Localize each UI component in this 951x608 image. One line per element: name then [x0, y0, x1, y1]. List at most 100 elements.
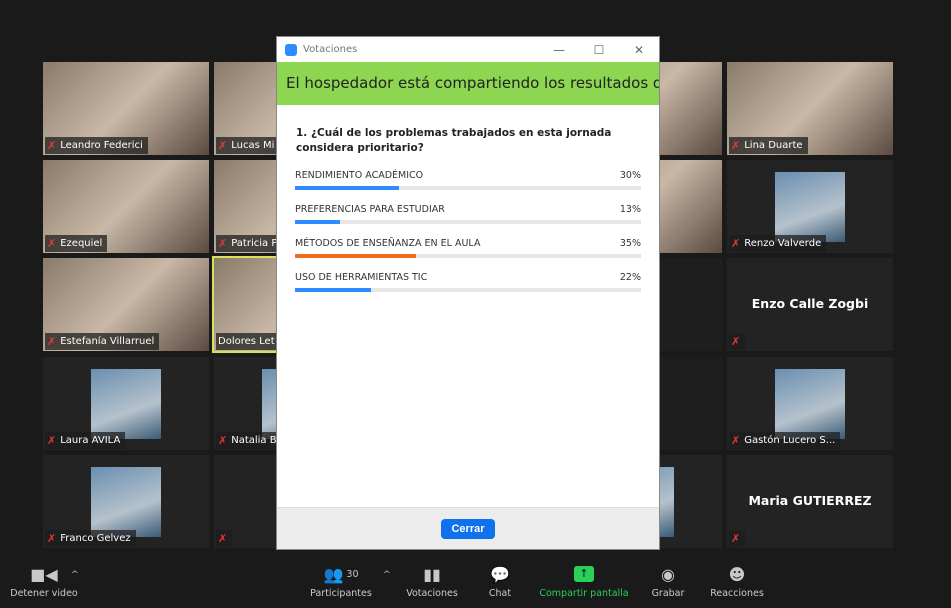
- muted-mic-icon: ✗: [731, 532, 741, 545]
- muted-mic-icon: ✗: [47, 434, 57, 447]
- video-options-caret[interactable]: ^: [71, 570, 79, 580]
- maximize-icon[interactable]: ☐: [579, 43, 619, 57]
- stop-video-label: Detener video: [10, 588, 78, 599]
- option-bar-fill: [295, 288, 372, 292]
- participant-tile[interactable]: ✗ Franco Gelvez: [43, 455, 209, 548]
- muted-mic-icon: ✗: [218, 434, 228, 447]
- participant-name: Patricia P: [231, 238, 278, 249]
- participant-name-large: Maria GUTIERREZ: [748, 493, 872, 508]
- share-screen-label: Compartir pantalla: [539, 588, 629, 599]
- option-label: MÉTODOS DE ENSEÑANZA EN EL AULA: [295, 238, 481, 249]
- participant-name: Renzo Valverde: [744, 238, 822, 249]
- muted-mic-icon: ✗: [731, 237, 741, 250]
- participant-label: ✗ Estefanía Villarruel: [45, 333, 160, 350]
- poll-option: MÉTODOS DE ENSEÑANZA EN EL AULA 35%: [295, 238, 641, 258]
- minimize-icon[interactable]: —: [539, 43, 579, 57]
- option-percent: 13%: [619, 204, 641, 215]
- close-button[interactable]: Cerrar: [441, 518, 495, 539]
- stop-video-button[interactable]: ■◀ Detener video: [8, 560, 80, 600]
- muted-mic-icon: ✗: [218, 532, 228, 545]
- participant-name: Natalia B: [231, 435, 277, 446]
- avatar: [91, 467, 161, 537]
- participant-tile[interactable]: ✗ Renzo Valverde: [727, 160, 893, 253]
- muted-mic-icon: ✗: [218, 237, 228, 250]
- participant-label: ✗ Laura AVILA: [45, 432, 126, 449]
- option-bar: [295, 220, 641, 224]
- muted-mic-icon: ✗: [47, 532, 57, 545]
- sharing-banner: El hospedador está compartiendo los resu…: [277, 62, 659, 105]
- option-percent: 30%: [619, 170, 641, 181]
- participant-label: ✗: [216, 530, 233, 547]
- share-screen-button[interactable]: ↑ Compartir pantalla: [538, 560, 630, 599]
- chat-bubble-icon: 💬: [490, 564, 510, 584]
- option-percent: 35%: [619, 238, 641, 249]
- video-camera-icon: ■◀: [30, 564, 58, 584]
- participant-name: Laura AVILA: [60, 435, 121, 446]
- participant-label: ✗ Lucas Mi: [216, 137, 280, 154]
- muted-mic-icon: ✗: [47, 139, 57, 152]
- participants-label: Participantes: [310, 588, 372, 599]
- participant-label: ✗ Natalia B: [216, 432, 282, 449]
- option-bar-fill: [295, 220, 340, 224]
- zoom-logo-icon: [285, 43, 297, 56]
- option-bar: [295, 254, 641, 258]
- polls-window: Votaciones — ☐ ✕ El hospedador está comp…: [276, 36, 660, 550]
- participant-tile[interactable]: ✗ Lina Duarte: [727, 62, 893, 155]
- participant-label: ✗ Patricia P: [216, 235, 283, 252]
- emoji-add-icon: ☻: [728, 564, 746, 584]
- participant-name: Lucas Mi: [231, 140, 275, 151]
- participants-options-caret[interactable]: ^: [383, 570, 391, 580]
- participant-tile[interactable]: Enzo Calle Zogbi ✗: [727, 258, 893, 351]
- participant-name: Gastón Lucero S...: [744, 435, 836, 446]
- participant-name: Ezequiel: [60, 238, 103, 249]
- participants-button[interactable]: 👥 30 Participantes: [306, 560, 376, 600]
- record-button[interactable]: ◉ Grabar: [648, 560, 688, 600]
- option-label: RENDIMIENTO ACADÉMICO: [295, 170, 424, 181]
- participant-name: Estefanía Villarruel: [60, 336, 155, 347]
- participant-label: ✗ Lina Duarte: [729, 137, 808, 154]
- muted-mic-icon: ✗: [47, 335, 57, 348]
- participants-icon: 👥: [323, 564, 344, 584]
- muted-mic-icon: ✗: [731, 139, 741, 152]
- participant-label: ✗ Renzo Valverde: [729, 235, 827, 252]
- record-label: Grabar: [651, 588, 685, 599]
- poll-footer: Cerrar: [277, 507, 659, 549]
- participant-name: Franco Gelvez: [60, 533, 131, 544]
- participant-tile[interactable]: ✗ Laura AVILA: [43, 357, 209, 450]
- participant-tile[interactable]: ✗ Ezequiel: [43, 160, 209, 253]
- meeting-toolbar: ■◀ Detener video ^ 👥 30 Participantes ^ ▮▮ V…: [0, 560, 951, 608]
- chat-label: Chat: [488, 588, 512, 599]
- poll-option: USO DE HERRAMIENTAS TIC 22%: [295, 272, 641, 292]
- polls-label: Votaciones: [406, 588, 458, 599]
- chat-button[interactable]: 💬 Chat: [480, 560, 520, 600]
- participant-label: ✗ Leandro Federici: [45, 137, 148, 154]
- participant-name: Dolores Let: [218, 336, 275, 347]
- poll-option: RENDIMIENTO ACADÉMICO 30%: [295, 170, 641, 190]
- participant-label: Dolores Let: [216, 333, 280, 350]
- participant-label: ✗ Gastón Lucero S...: [729, 432, 841, 449]
- participant-tile[interactable]: ✗ Estefanía Villarruel: [43, 258, 209, 351]
- participant-name: Leandro Federici: [60, 140, 143, 151]
- record-icon: ◉: [661, 564, 675, 584]
- avatar: [91, 369, 161, 439]
- participant-name: Lina Duarte: [744, 140, 803, 151]
- share-arrow-icon: ↑: [574, 566, 594, 582]
- participant-label: ✗ Franco Gelvez: [45, 530, 136, 547]
- polls-button[interactable]: ▮▮ Votaciones: [402, 560, 462, 600]
- participant-label: ✗: [729, 530, 746, 547]
- option-bar: [295, 288, 641, 292]
- option-percent: 22%: [619, 272, 641, 283]
- participant-tile[interactable]: Maria GUTIERREZ ✗: [727, 455, 893, 548]
- reactions-button[interactable]: ☻ Reacciones: [708, 560, 766, 600]
- close-icon[interactable]: ✕: [619, 43, 659, 57]
- muted-mic-icon: ✗: [218, 139, 228, 152]
- avatar: [775, 369, 845, 439]
- participant-tile[interactable]: ✗ Leandro Federici: [43, 62, 209, 155]
- participant-name-large: Enzo Calle Zogbi: [751, 296, 869, 311]
- muted-mic-icon: ✗: [731, 434, 741, 447]
- option-bar: [295, 186, 641, 190]
- participant-label: ✗ Ezequiel: [45, 235, 108, 252]
- participants-count: 30: [346, 568, 359, 580]
- bar-chart-icon: ▮▮: [423, 564, 441, 584]
- participant-tile[interactable]: ✗ Gastón Lucero S...: [727, 357, 893, 450]
